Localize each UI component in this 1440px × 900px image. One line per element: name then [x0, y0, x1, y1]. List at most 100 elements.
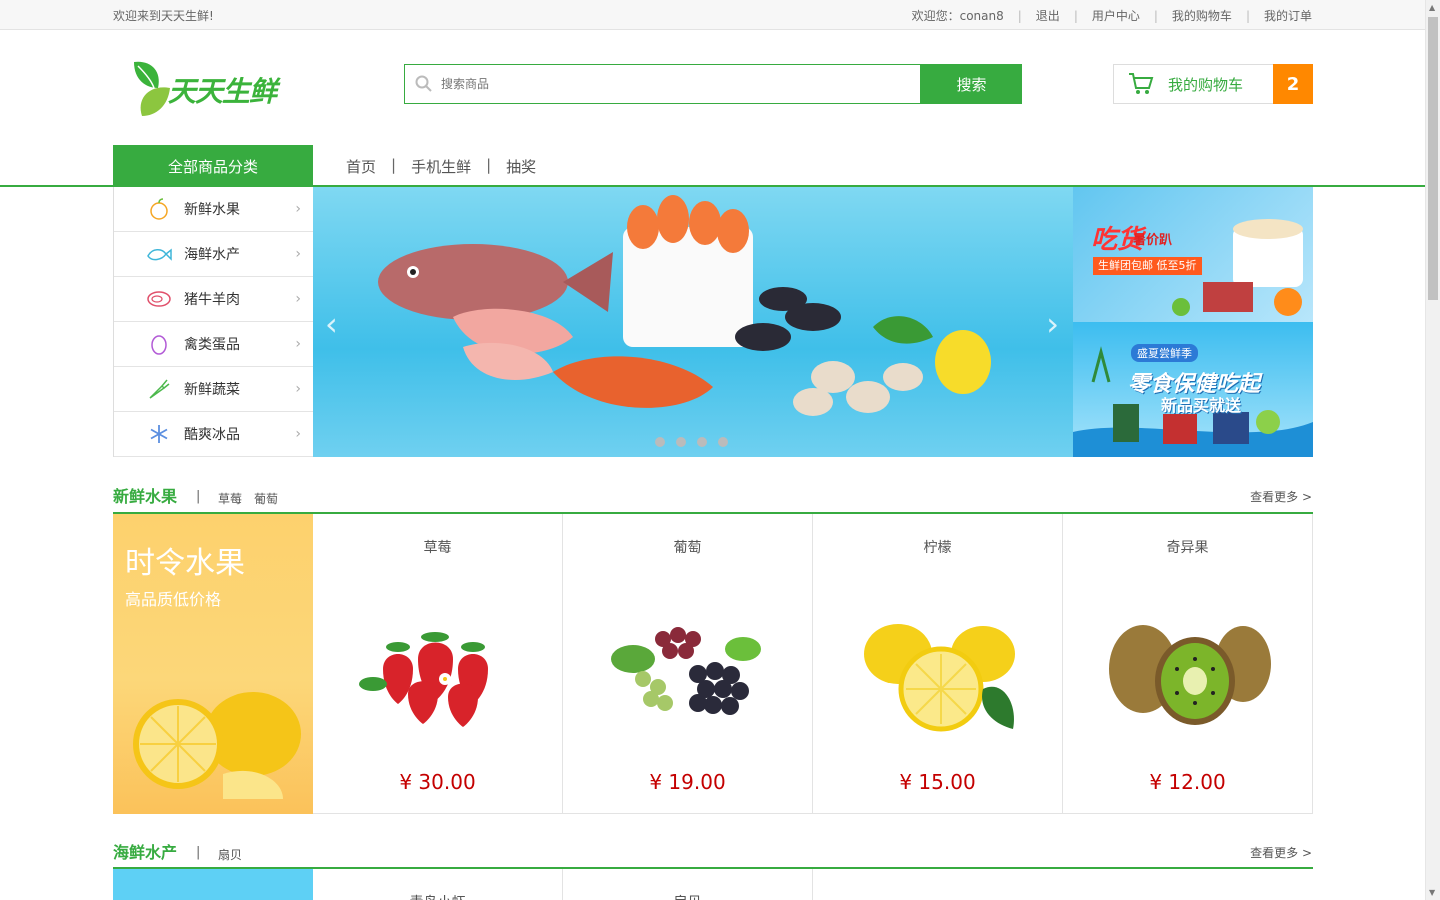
main-hero: 新鲜水果 › 海鲜水产 › 猪牛羊肉 › 禽类蛋品 › 新鲜蔬菜 › 酷爽冰品 … — [0, 187, 1440, 457]
banner-dot[interactable] — [697, 437, 707, 447]
banner-dot[interactable] — [676, 437, 686, 447]
seafood-promo-banner[interactable] — [113, 869, 313, 900]
banner-pagination — [655, 437, 739, 447]
scroll-down-arrow-icon[interactable]: ▼ — [1429, 888, 1435, 897]
product-name[interactable]: 葡萄 — [563, 537, 812, 557]
product-name[interactable]: 奇异果 — [1063, 537, 1312, 557]
divider: | — [196, 489, 201, 504]
snowflake-icon — [146, 421, 172, 447]
search-button[interactable]: 搜索 — [921, 64, 1022, 104]
ad2-tag: 盛夏尝鲜季 — [1131, 344, 1198, 362]
chevron-right-icon: › — [295, 201, 301, 217]
chevron-right-icon: › — [295, 336, 301, 352]
chevron-right-icon: › — [295, 426, 301, 442]
subcategory-link[interactable]: 扇贝 — [218, 846, 242, 863]
banner-dot[interactable] — [655, 437, 665, 447]
product-name[interactable]: 柠檬 — [813, 537, 1062, 557]
all-categories-button[interactable]: 全部商品分类 — [113, 145, 313, 187]
banner-next-arrow[interactable]: › — [1046, 305, 1059, 343]
promo-ad-summer-health[interactable]: 盛夏尝鲜季 零食保健吃起 新品买就送 — [1073, 322, 1313, 457]
search-input[interactable] — [441, 77, 841, 91]
subcategory-link[interactable]: 葡萄 — [254, 490, 278, 507]
goods-row-seafood: 青岛小虾 扇贝 — [0, 869, 1440, 900]
product-name[interactable]: 扇贝 — [563, 892, 812, 900]
view-more-link[interactable]: 查看更多 > — [1250, 488, 1312, 505]
product-card-shrimp[interactable]: 青岛小虾 — [313, 869, 563, 900]
category-eggs[interactable]: 禽类蛋品 › — [114, 322, 313, 367]
category-label: 猪牛羊肉 — [184, 292, 240, 308]
ad1-subtitle: 暑价趴 — [1133, 233, 1173, 248]
nav-mobile-fresh[interactable]: 手机生鲜 — [411, 156, 471, 177]
promo-title: 时令水果 — [125, 546, 245, 581]
divider: | — [1073, 8, 1078, 23]
strawberry-image — [359, 632, 488, 727]
vertical-scrollbar[interactable]: ▲ ▼ — [1425, 0, 1440, 900]
my-orders-link[interactable]: 我的订单 — [1264, 7, 1312, 24]
product-card-strawberry[interactable]: 草莓 ¥ 30.00 — [313, 514, 563, 814]
lemon-image — [133, 692, 301, 799]
nav-home[interactable]: 首页 — [346, 156, 376, 177]
category-seafood[interactable]: 海鲜水产 › — [114, 232, 313, 277]
chevron-right-icon: › — [295, 246, 301, 262]
scroll-up-arrow-icon[interactable]: ▲ — [1429, 3, 1435, 12]
banner-prev-arrow[interactable]: ‹ — [325, 305, 338, 343]
product-price: ¥ 12.00 — [1149, 770, 1226, 794]
fruit-promo-banner[interactable]: 时令水果 高品质低价格 — [113, 514, 313, 814]
section-header-seafood: 海鲜水产 | 扇贝 查看更多 > — [0, 814, 1440, 869]
divider: | — [1153, 8, 1158, 23]
category-fruit[interactable]: 新鲜水果 › — [114, 187, 313, 232]
view-more-link[interactable]: 查看更多 > — [1250, 844, 1312, 861]
category-label: 酷爽冰品 — [184, 427, 240, 443]
product-card-scallop[interactable]: 扇贝 — [563, 869, 813, 900]
cart-icon — [1129, 73, 1154, 94]
product-name[interactable]: 青岛小虾 — [313, 892, 562, 900]
section-title[interactable]: 新鲜水果 — [113, 483, 177, 507]
nav-bar: 全部商品分类 首页 | 手机生鲜 | 抽奖 — [0, 145, 1440, 187]
ad1-tag: 生鲜团包邮 低至5折 — [1093, 257, 1202, 275]
product-card-grape[interactable]: 葡萄 ¥ 19.00 — [563, 514, 813, 814]
top-links: 欢迎您：conan8 | 退出 | 用户中心 | 我的购物车 | 我的订单 — [912, 7, 1312, 24]
product-card-lemon[interactable]: 柠檬 ¥ 15.00 — [813, 514, 1063, 814]
welcome-text: 欢迎来到天天生鲜! — [113, 9, 214, 23]
site-logo[interactable]: 天天生鲜 — [128, 58, 283, 120]
cart-button[interactable]: 我的购物车 2 — [1113, 64, 1313, 104]
subcategory-link[interactable]: 草莓 — [218, 490, 242, 507]
scrollbar-thumb[interactable] — [1428, 17, 1438, 300]
category-vegetables[interactable]: 新鲜蔬菜 › — [114, 367, 313, 412]
logout-link[interactable]: 退出 — [1036, 7, 1060, 24]
category-meat[interactable]: 猪牛羊肉 › — [114, 277, 313, 322]
chevron-right-icon: › — [295, 291, 301, 307]
kiwi-image — [1109, 625, 1271, 725]
product-price: ¥ 30.00 — [399, 770, 476, 794]
meat-icon — [146, 286, 172, 312]
lemon-image — [864, 624, 1015, 732]
user-center-link[interactable]: 用户中心 — [1092, 7, 1140, 24]
category-label: 新鲜蔬菜 — [184, 382, 240, 398]
product-name[interactable]: 草莓 — [313, 537, 562, 557]
user-greeting: 欢迎您：conan8 — [911, 9, 1004, 23]
divider: | — [391, 156, 397, 174]
carrot-icon — [146, 376, 172, 402]
logo-text: 天天生鲜 — [168, 75, 277, 108]
product-price: ¥ 19.00 — [649, 770, 726, 794]
divider: | — [1245, 8, 1250, 23]
category-frozen[interactable]: 酷爽冰品 › — [114, 412, 313, 457]
section-title[interactable]: 海鲜水产 — [113, 839, 177, 863]
product-price: ¥ 15.00 — [899, 770, 976, 794]
promo-ad-snacks-deal[interactable]: 吃货 暑价趴 生鲜团包邮 低至5折 — [1073, 187, 1313, 322]
top-bar: 欢迎来到天天生鲜! 欢迎您：conan8 | 退出 | 用户中心 | 我的购物车… — [0, 0, 1440, 30]
product-card-kiwi[interactable]: 奇异果 ¥ 12.00 — [1063, 514, 1313, 814]
hero-banner[interactable]: ‹ › — [313, 187, 1073, 457]
promo-subtitle: 高品质低价格 — [125, 590, 222, 609]
my-cart-link[interactable]: 我的购物车 — [1172, 7, 1232, 24]
search-icon — [415, 75, 432, 92]
ad2-subtitle: 新品买就送 — [1161, 396, 1242, 415]
section-header-fruit: 新鲜水果 | 草莓 葡萄 查看更多 > — [0, 457, 1440, 514]
section-subcategories: 扇贝 — [218, 846, 254, 863]
category-label: 海鲜水产 — [184, 247, 240, 263]
divider: | — [1017, 8, 1022, 23]
nav-lottery[interactable]: 抽奖 — [506, 156, 536, 177]
nav-menu: 首页 | 手机生鲜 | 抽奖 — [346, 156, 536, 177]
goods-row-fruit: 时令水果 高品质低价格 草莓 ¥ 30.00 葡萄 ¥ 19.00 柠檬 ¥ 1… — [0, 514, 1440, 814]
banner-dot[interactable] — [718, 437, 728, 447]
